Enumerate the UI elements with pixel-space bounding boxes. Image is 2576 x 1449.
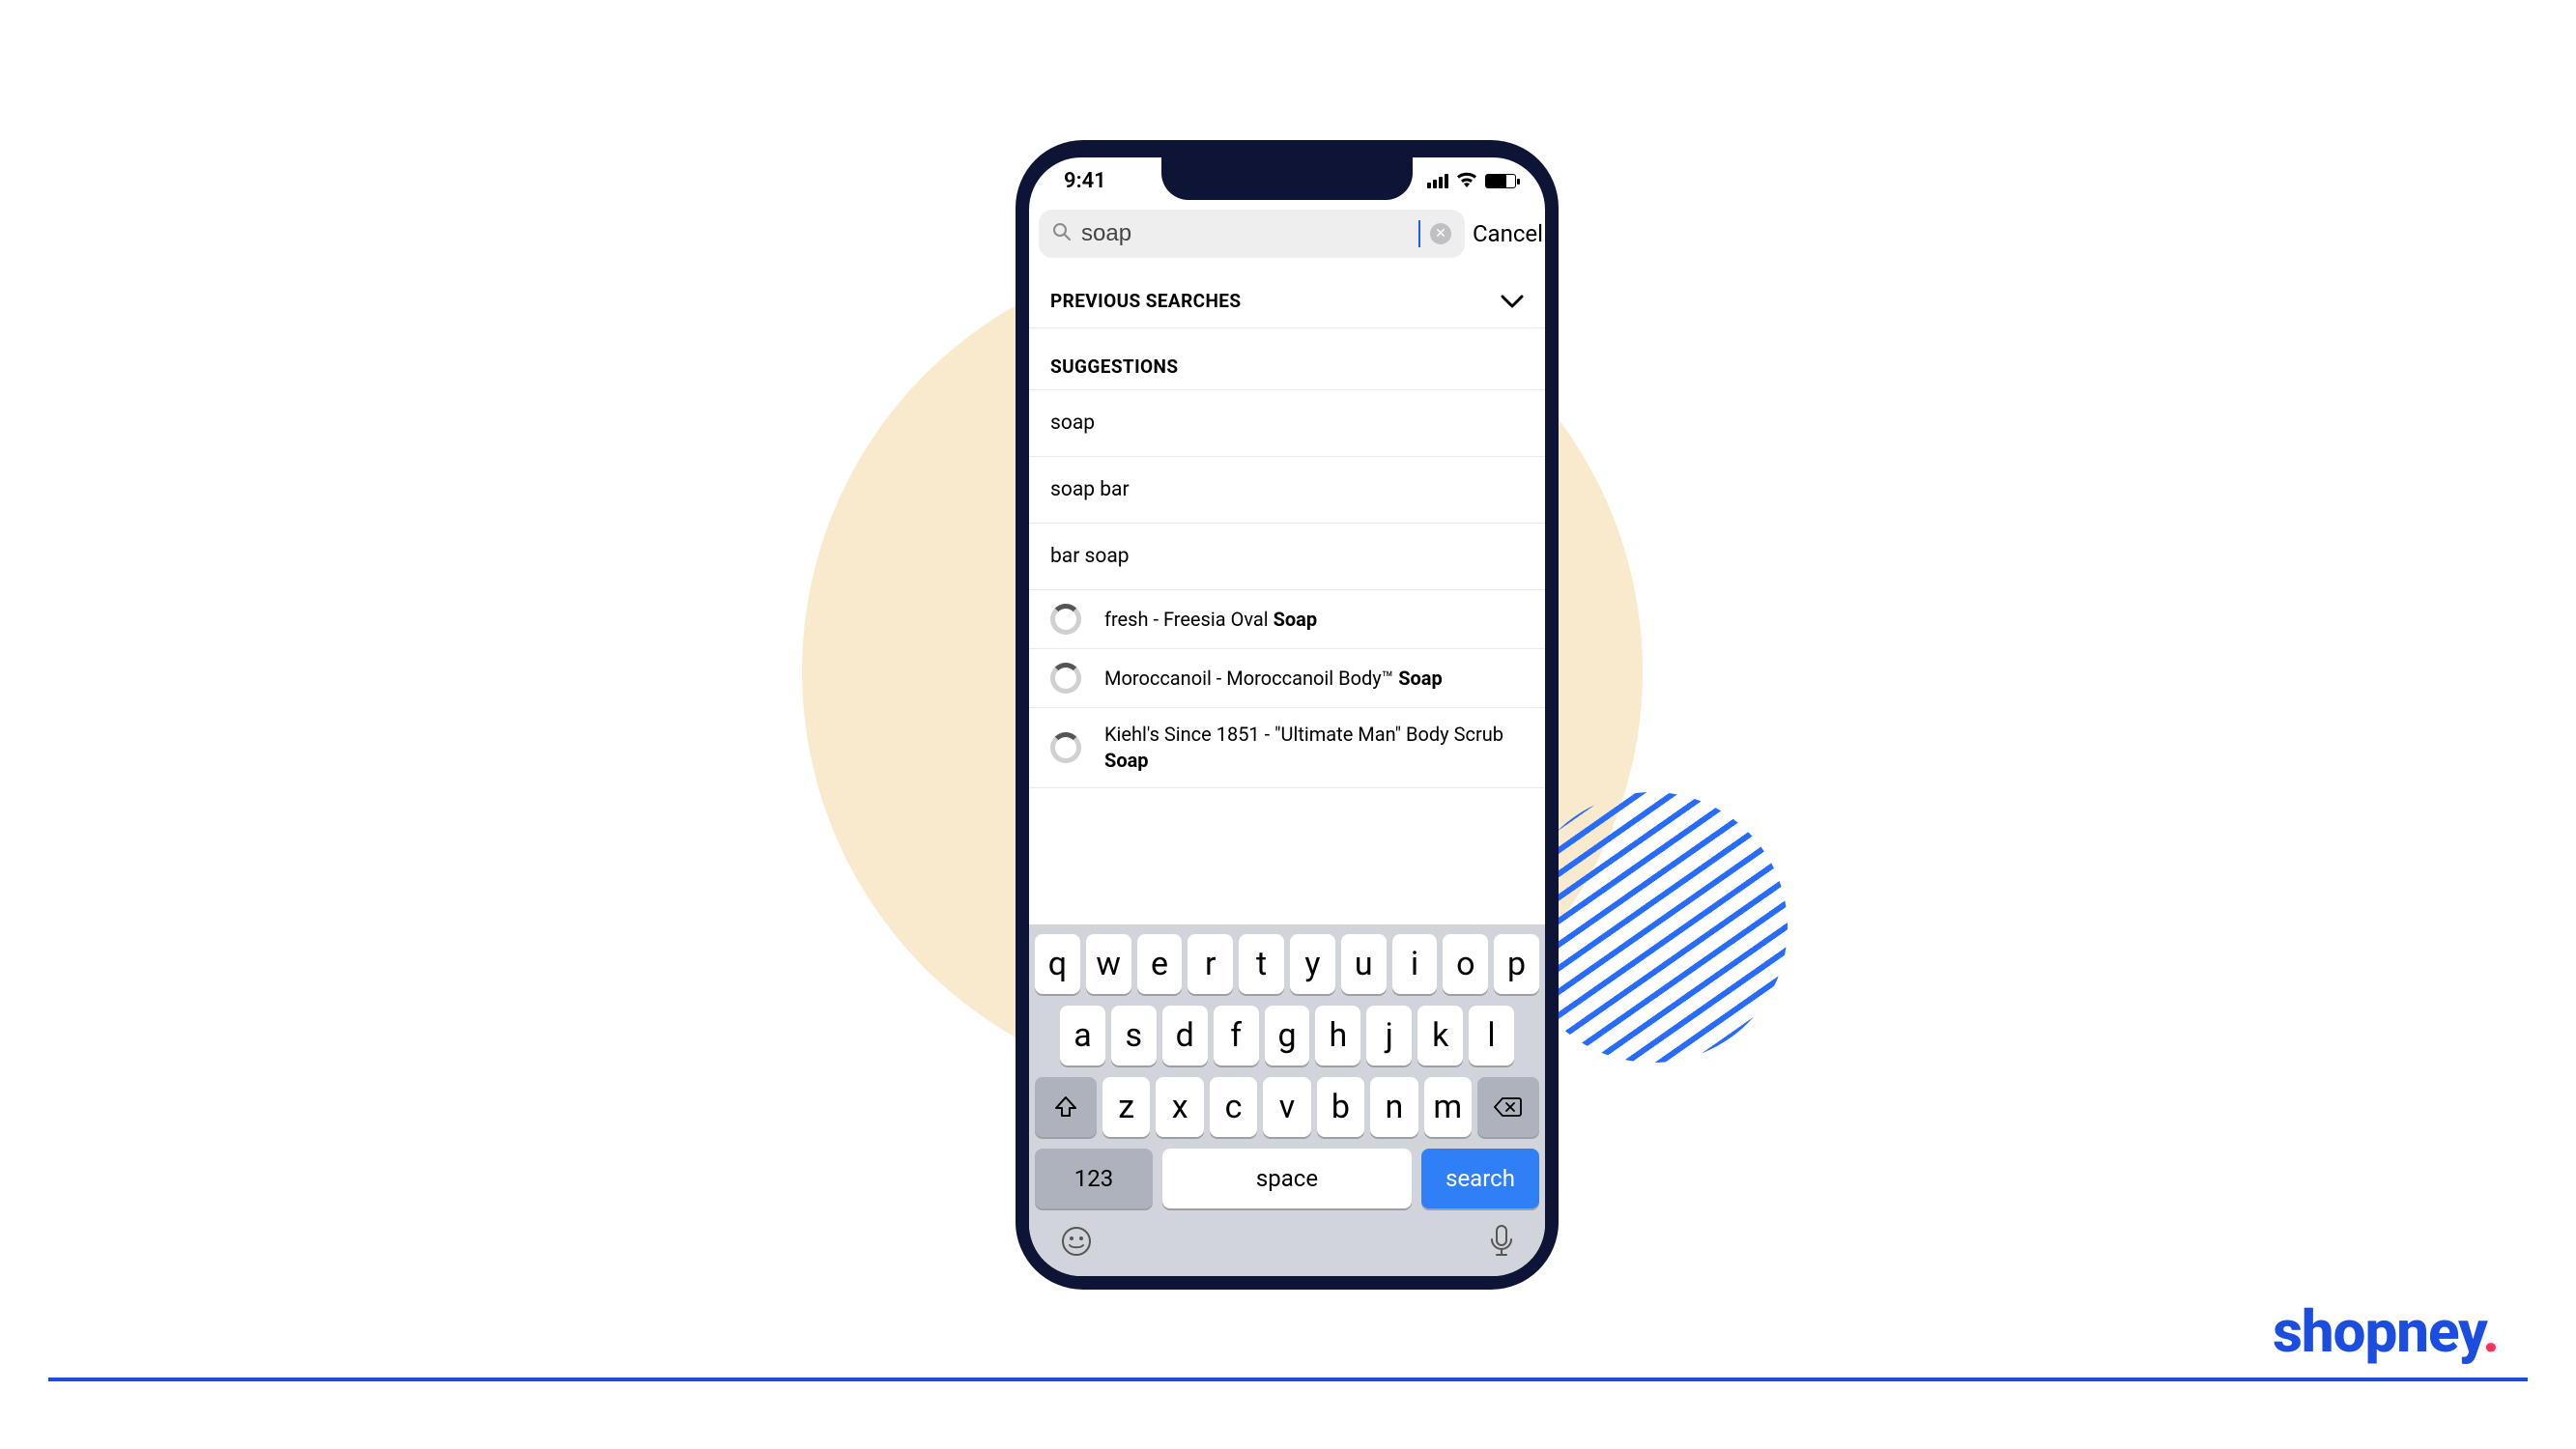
wifi-icon bbox=[1456, 169, 1477, 193]
status-time: 9:41 bbox=[1064, 169, 1106, 193]
key-j[interactable]: j bbox=[1366, 1006, 1412, 1065]
cancel-button[interactable]: Cancel bbox=[1473, 220, 1545, 247]
key-e[interactable]: e bbox=[1137, 934, 1183, 994]
search-key[interactable]: search bbox=[1421, 1149, 1539, 1208]
space-key[interactable]: space bbox=[1162, 1149, 1412, 1208]
clear-icon[interactable]: ✕ bbox=[1430, 223, 1451, 244]
loading-icon bbox=[1050, 604, 1081, 635]
key-v[interactable]: v bbox=[1263, 1077, 1310, 1137]
key-n[interactable]: n bbox=[1370, 1077, 1417, 1137]
suggestions-list: soap soap bar bar soap fresh - Freesia O… bbox=[1029, 390, 1545, 788]
key-c[interactable]: c bbox=[1210, 1077, 1257, 1137]
previous-searches-header[interactable]: PREVIOUS SEARCHES bbox=[1029, 268, 1545, 328]
product-label: Kiehl's Since 1851 - "Ultimate Man" Body… bbox=[1104, 722, 1524, 774]
key-l[interactable]: l bbox=[1469, 1006, 1514, 1065]
battery-icon bbox=[1485, 174, 1516, 188]
key-f[interactable]: f bbox=[1214, 1006, 1259, 1065]
key-w[interactable]: w bbox=[1086, 934, 1131, 994]
key-a[interactable]: a bbox=[1060, 1006, 1105, 1065]
key-h[interactable]: h bbox=[1315, 1006, 1360, 1065]
phone-notch bbox=[1161, 157, 1413, 200]
key-q[interactable]: q bbox=[1035, 934, 1080, 994]
keyboard: q w e r t y u i o p a s d f g h bbox=[1029, 924, 1545, 1276]
product-suggestion[interactable]: Moroccanoil - Moroccanoil Body™ Soap bbox=[1029, 649, 1545, 708]
text-caret bbox=[1418, 220, 1420, 247]
phone-screen: 9:41 ✕ bbox=[1029, 157, 1545, 1276]
previous-searches-label: PREVIOUS SEARCHES bbox=[1050, 290, 1241, 312]
backspace-key[interactable] bbox=[1477, 1077, 1539, 1137]
emoji-icon[interactable] bbox=[1060, 1225, 1093, 1262]
key-i[interactable]: i bbox=[1392, 934, 1438, 994]
shift-key[interactable] bbox=[1035, 1077, 1097, 1137]
signal-icon bbox=[1427, 173, 1448, 188]
search-icon bbox=[1052, 222, 1072, 245]
search-box[interactable]: ✕ bbox=[1039, 210, 1465, 258]
suggestion-item[interactable]: bar soap bbox=[1029, 524, 1545, 590]
key-b[interactable]: b bbox=[1317, 1077, 1364, 1137]
loading-icon bbox=[1050, 732, 1081, 763]
chevron-down-icon bbox=[1501, 287, 1524, 314]
loading-icon bbox=[1050, 663, 1081, 694]
key-p[interactable]: p bbox=[1494, 934, 1539, 994]
key-t[interactable]: t bbox=[1239, 934, 1284, 994]
mic-icon[interactable] bbox=[1489, 1224, 1514, 1263]
key-r[interactable]: r bbox=[1188, 934, 1233, 994]
key-y[interactable]: y bbox=[1290, 934, 1335, 994]
key-s[interactable]: s bbox=[1111, 1006, 1157, 1065]
key-g[interactable]: g bbox=[1265, 1006, 1310, 1065]
search-input[interactable] bbox=[1081, 220, 1417, 247]
product-suggestion[interactable]: Kiehl's Since 1851 - "Ultimate Man" Body… bbox=[1029, 708, 1545, 788]
key-k[interactable]: k bbox=[1417, 1006, 1463, 1065]
numeric-key[interactable]: 123 bbox=[1035, 1149, 1153, 1208]
suggestion-item[interactable]: soap bbox=[1029, 390, 1545, 457]
product-label: fresh - Freesia Oval Soap bbox=[1104, 607, 1317, 633]
footer-divider bbox=[48, 1378, 2528, 1381]
key-o[interactable]: o bbox=[1443, 934, 1488, 994]
key-z[interactable]: z bbox=[1102, 1077, 1150, 1137]
phone-frame: 9:41 ✕ bbox=[1016, 140, 1559, 1290]
key-u[interactable]: u bbox=[1341, 934, 1387, 994]
search-bar: ✕ Cancel bbox=[1029, 204, 1545, 268]
suggestions-header: SUGGESTIONS bbox=[1029, 328, 1545, 390]
suggestion-item[interactable]: soap bar bbox=[1029, 457, 1545, 524]
product-label: Moroccanoil - Moroccanoil Body™ Soap bbox=[1104, 666, 1443, 692]
key-m[interactable]: m bbox=[1424, 1077, 1472, 1137]
key-d[interactable]: d bbox=[1162, 1006, 1208, 1065]
product-suggestion[interactable]: fresh - Freesia Oval Soap bbox=[1029, 590, 1545, 649]
brand-logo: shopney. bbox=[2244, 1297, 2499, 1366]
key-x[interactable]: x bbox=[1156, 1077, 1203, 1137]
